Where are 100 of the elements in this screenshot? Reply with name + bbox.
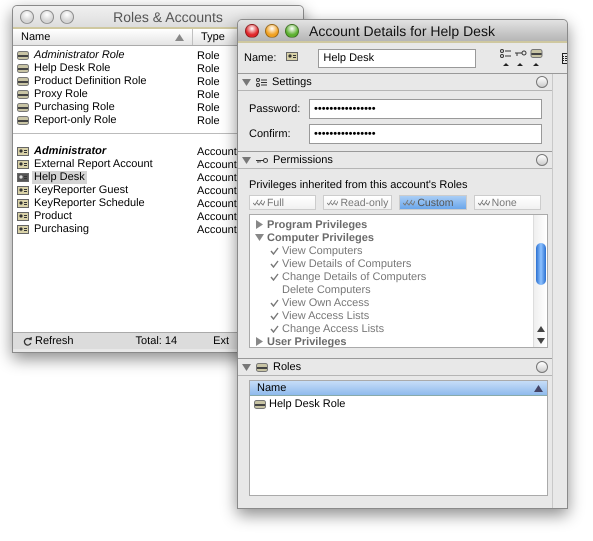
id-card-icon bbox=[17, 186, 29, 195]
close-button[interactable] bbox=[245, 24, 259, 38]
section-title: Roles bbox=[273, 361, 302, 373]
radio-button[interactable] bbox=[536, 361, 548, 373]
list-item[interactable]: Help Desk bbox=[32, 171, 87, 184]
section-header[interactable]: Permissions bbox=[238, 152, 552, 169]
disclosure-triangle-icon[interactable] bbox=[242, 156, 251, 164]
list-item[interactable]: Help Desk Role bbox=[32, 62, 112, 75]
list-item[interactable]: Purchasing Role bbox=[32, 101, 117, 114]
privilege-item[interactable]: View Computers bbox=[282, 244, 362, 256]
password-field[interactable]: •••••••••••••••• bbox=[309, 124, 542, 144]
disclosure-triangle-icon[interactable] bbox=[242, 362, 251, 372]
preset-tab[interactable]: Read-only bbox=[323, 195, 392, 210]
id-card-icon bbox=[17, 147, 29, 156]
list-icon bbox=[256, 78, 267, 86]
window-title: Account Details for Help Desk bbox=[309, 22, 496, 38]
list-item[interactable]: Report-only Role bbox=[32, 114, 119, 127]
role-icon bbox=[256, 362, 268, 372]
type-label: Role bbox=[196, 62, 220, 74]
list-item[interactable]: Proxy Role bbox=[32, 88, 90, 101]
list-item[interactable]: Purchasing bbox=[32, 223, 92, 236]
minimize-button[interactable] bbox=[40, 10, 54, 24]
role-name[interactable]: Help Desk Role bbox=[269, 398, 346, 410]
minimize-button[interactable] bbox=[265, 24, 279, 38]
column-header[interactable]: Name bbox=[13, 29, 193, 45]
privilege-item[interactable]: Change Access Lists bbox=[282, 322, 384, 334]
type-label: Role bbox=[196, 88, 220, 100]
double-check-icon bbox=[403, 199, 416, 206]
list-item[interactable]: Product Definition Role bbox=[32, 75, 149, 88]
password-field[interactable]: •••••••••••••••• bbox=[309, 99, 542, 119]
id-card-icon bbox=[17, 225, 29, 234]
tree-item[interactable]: User Privileges bbox=[267, 336, 346, 347]
privilege-item[interactable]: Delete Computers bbox=[282, 284, 371, 296]
section-title: Settings bbox=[272, 76, 313, 88]
tree-item[interactable]: Computer Privileges bbox=[267, 232, 374, 244]
id-card-icon bbox=[286, 52, 298, 61]
privilege-item[interactable]: View Details of Computers bbox=[282, 258, 412, 270]
tree-item[interactable]: Program Privileges bbox=[267, 218, 368, 230]
role-icon bbox=[17, 103, 29, 112]
type-label: Account bbox=[196, 184, 237, 196]
close-button[interactable] bbox=[20, 10, 34, 24]
type-label: Account bbox=[196, 198, 237, 210]
privilege-item[interactable]: Change Details of Computers bbox=[282, 270, 426, 282]
type-label: Role bbox=[196, 114, 220, 126]
disclosure-triangle-icon[interactable] bbox=[255, 337, 264, 346]
refresh-icon bbox=[23, 336, 32, 346]
sort-arrow-icon bbox=[534, 384, 543, 392]
caption-text: Privileges inherited from this account's Roles bbox=[248, 178, 469, 193]
preset-tab[interactable]: Full bbox=[249, 195, 316, 210]
type-label: Account bbox=[196, 158, 237, 170]
preset-tab[interactable]: Custom bbox=[399, 195, 467, 210]
column-header[interactable]: Type bbox=[193, 29, 237, 45]
radio-button[interactable] bbox=[536, 76, 548, 88]
scroll-arrows-icon[interactable] bbox=[536, 325, 544, 345]
section-header[interactable]: Roles bbox=[238, 359, 552, 376]
refresh-button[interactable]: Refresh bbox=[23, 335, 74, 347]
type-label: Account bbox=[196, 146, 237, 158]
section-title: Permissions bbox=[273, 154, 334, 166]
role-icon bbox=[254, 400, 266, 408]
type-label: Account bbox=[196, 224, 237, 236]
disclosure-triangle-icon[interactable] bbox=[242, 78, 251, 86]
window-title: Roles & Accounts bbox=[112, 8, 224, 24]
status-text: Ext bbox=[213, 335, 230, 347]
double-check-icon bbox=[478, 199, 490, 206]
field-label: Password: bbox=[249, 103, 302, 115]
role-icon bbox=[17, 64, 29, 73]
list-item[interactable]: Administrator bbox=[32, 145, 108, 158]
type-label: Account bbox=[196, 172, 237, 184]
scroll-thumb[interactable] bbox=[536, 243, 546, 285]
role-icon bbox=[17, 51, 29, 60]
type-label: Role bbox=[196, 76, 220, 88]
type-label: Role bbox=[196, 102, 220, 114]
column-header[interactable]: Name bbox=[250, 381, 547, 396]
role-icon bbox=[17, 116, 29, 125]
list-item[interactable]: Administrator Role bbox=[32, 49, 126, 62]
list-item[interactable]: Product bbox=[32, 210, 74, 223]
key-icon bbox=[256, 156, 268, 164]
sort-arrow-icon bbox=[175, 34, 184, 40]
type-label: Account bbox=[196, 210, 237, 222]
field-label: Confirm: bbox=[249, 128, 292, 140]
preset-tab[interactable]: None bbox=[474, 195, 541, 210]
type-label: Role bbox=[196, 50, 220, 62]
radio-button[interactable] bbox=[536, 154, 548, 166]
privilege-item[interactable]: View Own Access bbox=[282, 296, 370, 308]
role-icon bbox=[17, 90, 29, 99]
zoom-button[interactable] bbox=[60, 10, 74, 24]
section-header[interactable]: Settings bbox=[238, 74, 552, 91]
id-card-icon bbox=[17, 212, 29, 221]
id-card-icon bbox=[17, 160, 29, 169]
list-item[interactable]: KeyReporter Schedule bbox=[32, 197, 147, 210]
double-check-icon bbox=[253, 199, 265, 206]
scrollbar[interactable] bbox=[533, 215, 547, 347]
list-item[interactable]: External Report Account bbox=[32, 158, 155, 171]
double-check-icon bbox=[327, 199, 338, 206]
zoom-button[interactable] bbox=[285, 24, 299, 38]
privilege-item[interactable]: View Access Lists bbox=[282, 310, 370, 322]
name-field[interactable]: Help Desk bbox=[318, 48, 476, 68]
id-card-icon bbox=[17, 173, 29, 182]
list-item[interactable]: KeyReporter Guest bbox=[32, 184, 130, 197]
id-card-icon bbox=[17, 199, 29, 208]
